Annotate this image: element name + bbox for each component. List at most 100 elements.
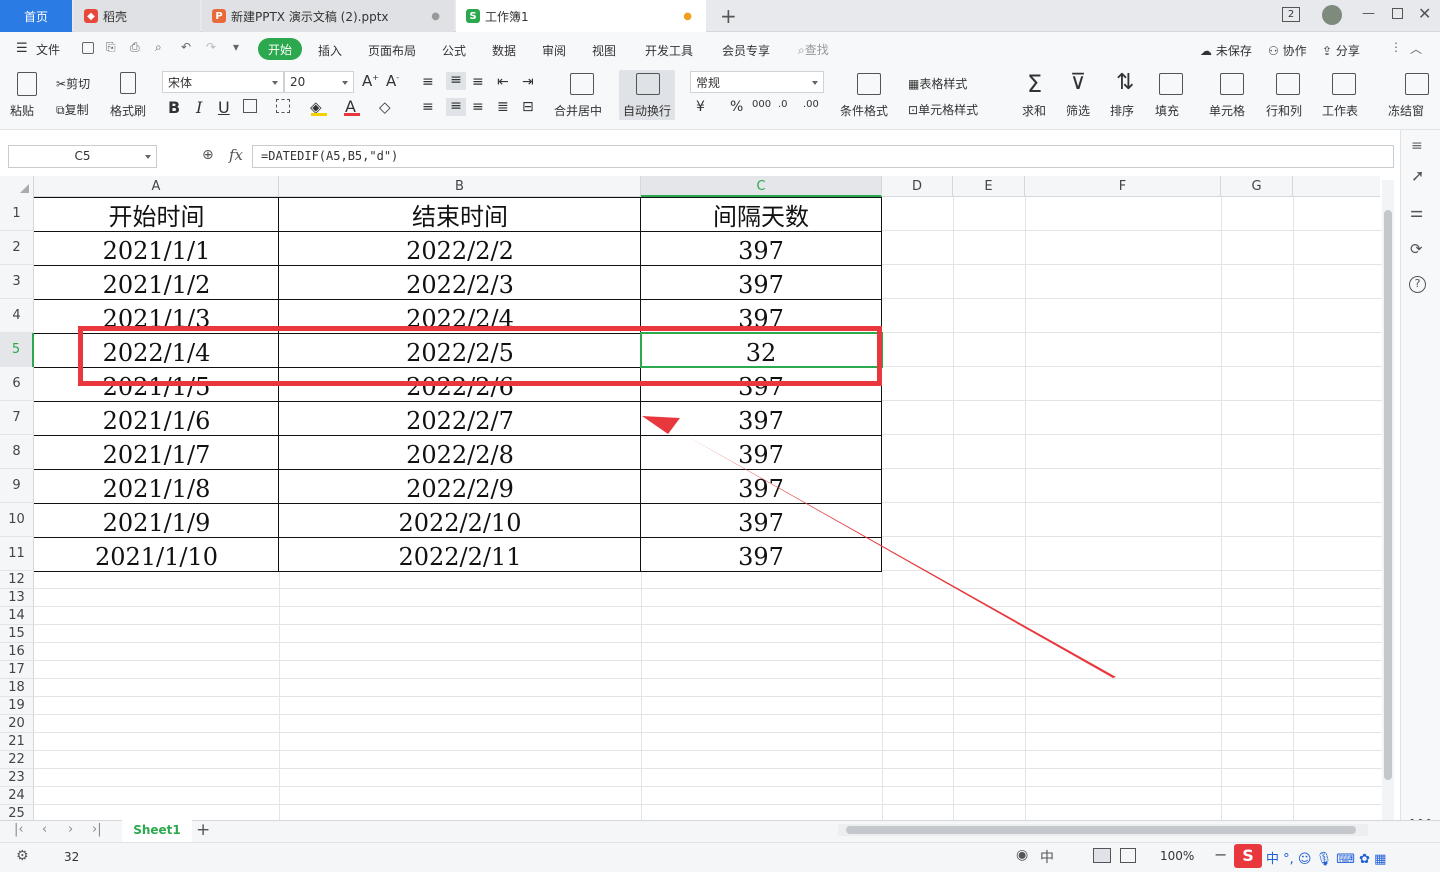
row-header-17[interactable]: 17 [0,661,34,679]
horizontal-scroll-thumb[interactable] [846,826,1356,834]
table-cell[interactable]: 2021/1/5 [34,368,279,402]
minimize-icon[interactable]: — [1362,6,1375,21]
row-header-10[interactable]: 10 [0,503,34,537]
row-header-4[interactable]: 4 [0,299,34,333]
eye-protect-icon[interactable]: ◉ [1016,847,1028,863]
table-cell[interactable]: 397 [641,232,881,266]
table-cell[interactable]: 2022/2/11 [279,538,641,572]
more-options-icon[interactable]: ⋮ [1390,40,1402,54]
more-dropdown-icon[interactable]: ▾ [233,40,239,54]
zoom-out-icon[interactable]: − [1214,845,1227,864]
cell-format-icon[interactable] [276,99,290,113]
distribute-icon[interactable]: ⊟ [522,99,534,115]
first-sheet-icon[interactable]: |‹ [14,822,24,837]
window-count-badge[interactable]: 2 [1282,7,1300,22]
align-top-icon[interactable]: ≡ [422,74,434,90]
row-header-13[interactable]: 13 [0,589,34,607]
share-button[interactable]: ⇪ 分享 [1322,42,1360,59]
increase-decimal-icon[interactable]: .0 [778,99,788,110]
indent-decrease-icon[interactable]: ⇤ [497,74,509,90]
collapse-ribbon-icon[interactable]: ︿ [1410,40,1422,57]
menu-page-layout[interactable]: 页面布局 [368,42,416,59]
font-name-select[interactable]: 宋体 [162,71,284,93]
row-header-11[interactable]: 11 [0,537,34,571]
undo-icon[interactable]: ↶ [181,40,191,54]
formula-input[interactable]: =DATEDIF(A5,B5,"d") [252,145,1394,168]
row-header-16[interactable]: 16 [0,643,34,661]
vertical-scrollbar[interactable] [1382,180,1394,820]
save-icon[interactable] [82,42,94,54]
close-icon[interactable]: ● [431,11,440,22]
backup-icon[interactable]: ⟳ [1410,240,1423,258]
align-right-icon[interactable]: ≡ [472,99,484,115]
panel-collapse-icon[interactable]: ≡ [1411,138,1423,154]
fx-icon[interactable]: fx [229,146,243,164]
bold-icon[interactable]: B [168,98,180,117]
table-cell[interactable]: 2022/2/9 [279,470,641,504]
row-header-2[interactable]: 2 [0,231,34,265]
table-cell[interactable]: 2021/1/10 [34,538,279,572]
column-header-e[interactable]: E [953,176,1025,197]
row-header-3[interactable]: 3 [0,265,34,299]
column-header-g[interactable]: G [1221,176,1293,197]
border-icon[interactable] [243,99,257,113]
menu-view[interactable]: 视图 [592,42,616,59]
row-header-6[interactable]: 6 [0,367,34,401]
menu-review[interactable]: 审阅 [542,42,566,59]
wrap-text-button[interactable]: 自动换行 [623,102,671,119]
table-cell[interactable]: 2021/1/3 [34,300,279,334]
row-header-15[interactable]: 15 [0,625,34,643]
last-sheet-icon[interactable]: ›| [92,822,102,837]
avatar[interactable] [1322,5,1342,25]
row-col-button[interactable]: 行和列 [1266,102,1302,119]
table-cell[interactable]: 397 [641,368,881,402]
table-header-cell[interactable]: 结束时间 [279,198,641,232]
increase-font-icon[interactable]: A+ [362,72,379,90]
table-cell[interactable]: 2022/1/4 [34,334,279,368]
row-header-20[interactable]: 20 [0,715,34,733]
align-bottom-icon[interactable]: ≡ [472,74,484,90]
thousands-icon[interactable]: 000 [752,99,771,110]
close-window-icon[interactable]: ✕ [1418,4,1431,23]
number-format-select[interactable]: 常规 [690,71,824,93]
freeze-button[interactable]: 冻结窗 [1388,102,1424,119]
table-header-cell[interactable]: 开始时间 [34,198,279,232]
redo-icon[interactable]: ↷ [206,40,216,54]
decrease-font-icon[interactable]: A- [386,72,399,90]
collab-button[interactable]: ⚇ 协作 [1268,42,1307,59]
decrease-decimal-icon[interactable]: .00 [803,99,819,110]
paste-icon[interactable] [17,72,37,96]
cond-format-button[interactable]: 条件格式 [840,102,888,119]
fill-button[interactable]: 填充 [1155,102,1179,119]
name-box[interactable]: C5 [8,145,157,168]
menu-dev-tools[interactable]: 开发工具 [645,42,693,59]
cut-button[interactable]: ✂剪切 [56,75,90,92]
italic-icon[interactable]: I [196,98,202,117]
table-cell[interactable]: 2022/2/5 [279,334,641,368]
table-style-button[interactable]: ▦表格样式 [908,75,967,92]
print-icon[interactable]: ⎙ [130,40,140,55]
worksheet-button[interactable]: 工作表 [1322,102,1358,119]
unsaved-button[interactable]: ☁ 未保存 [1200,42,1252,59]
tab-docer[interactable]: ◆ 稻壳 [74,0,200,32]
indent-increase-icon[interactable]: ⇥ [522,74,534,90]
hamburger-icon[interactable]: ☰ [16,41,28,56]
row-header-21[interactable]: 21 [0,733,34,751]
column-header-d[interactable]: D [882,176,953,197]
column-header-c[interactable]: C [641,176,882,197]
table-cell[interactable]: 397 [641,300,881,334]
maximize-icon[interactable] [1392,8,1403,19]
row-header-23[interactable]: 23 [0,769,34,787]
page-view-icon[interactable] [1120,848,1136,863]
sum-button[interactable]: 求和 [1022,102,1046,119]
table-header-cell[interactable]: 间隔天数 [641,198,881,232]
row-header-18[interactable]: 18 [0,679,34,697]
menu-formula[interactable]: 公式 [442,42,466,59]
clear-icon[interactable]: ◇ [379,98,391,116]
row-header-7[interactable]: 7 [0,401,34,435]
table-cell[interactable]: 397 [641,266,881,300]
justify-icon[interactable]: ≣ [497,99,509,115]
unsaved-dot-icon[interactable]: ● [683,11,692,22]
tab-home[interactable]: 首页 [0,0,72,32]
row-header-9[interactable]: 9 [0,469,34,503]
